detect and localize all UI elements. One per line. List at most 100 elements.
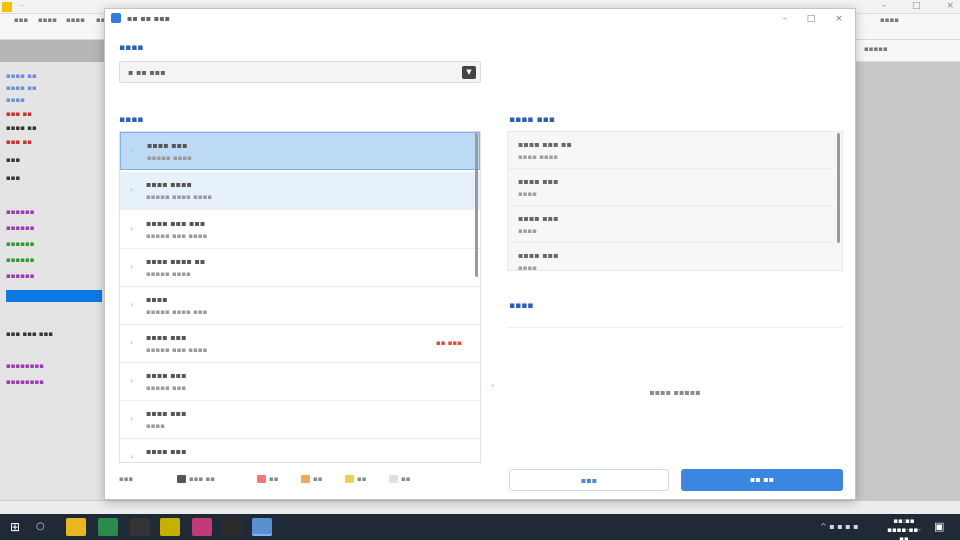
legend-item: ▪▪: [301, 475, 323, 483]
chevron-right-icon: ›: [130, 224, 134, 233]
list-item[interactable]: › ▪▪▪▪ ▪▪▪ ▪▪▪▪▪ ▪▪▪: [120, 363, 480, 401]
minimize-icon[interactable]: –: [881, 1, 886, 11]
dialog-app-icon: [111, 13, 121, 23]
list-item[interactable]: ▪▪▪▪ ▪▪▪ ▪▪▪▪: [508, 206, 834, 243]
dialog-titlebar: ▪▪ ▪▪ ▪▪▪ – □ ×: [105, 9, 855, 29]
preview-section-label: ▪▪▪▪: [509, 301, 534, 311]
legend-item: ▪▪: [389, 475, 411, 483]
selection-dialog: ▪▪ ▪▪ ▪▪▪ – □ × ▪▪▪▪ ▪ ▪▪ ▪▪▪ ▼ ▪▪▪▪ ▪▪▪…: [104, 8, 856, 500]
secondary-button[interactable]: ▪▪▪: [509, 469, 669, 491]
list-item[interactable]: ▪▪▪▪ ▪▪▪ ▪▪ ▪▪▪▪ ▪▪▪▪: [508, 132, 834, 169]
background-app-title: ···: [18, 2, 25, 10]
item-name: ▪▪▪▪ ▪▪▪▪: [146, 180, 192, 189]
close-icon[interactable]: ×: [831, 12, 847, 26]
list-item[interactable]: ▪▪▪▪ ▪▪▪ ▪▪▪▪: [508, 169, 834, 206]
legend-label: ▪▪: [313, 475, 323, 483]
list-item[interactable]: › ▪▪▪▪ ▪▪▪ ▪▪▪▪▪ ▪▪▪ ▪▪▪▪ ▪▪ ▪▪▪: [120, 325, 480, 363]
background-window-controls: – □ ×: [881, 1, 954, 11]
chevron-right-icon: ›: [130, 452, 134, 461]
primary-button[interactable]: ▪▪ ▪▪: [681, 469, 843, 491]
legend-swatch: [257, 475, 266, 483]
item-name: ▪▪▪▪ ▪▪▪: [147, 141, 188, 150]
legend-label: ▪▪: [269, 475, 279, 483]
maximize-icon[interactable]: □: [803, 12, 819, 26]
panel-line: ▪▪▪: [6, 174, 21, 182]
panel-line: ▪▪▪ ▪▪▪ ▪▪▪: [6, 330, 54, 338]
right-strip-label: ▪▪▪▪▪: [864, 45, 888, 53]
panel-line: ▪▪▪▪▪▪: [6, 272, 35, 280]
item-name: ▪▪▪▪ ▪▪▪: [518, 251, 559, 260]
chevron-down-icon[interactable]: ▼: [462, 66, 476, 79]
panel-line: ▪▪▪▪▪▪▪▪: [6, 362, 44, 370]
panel-line: ▪▪▪▪ ▪▪: [6, 84, 37, 92]
list-item[interactable]: › ▪▪▪▪ ▪▪▪ ▪▪▪▪: [120, 401, 480, 439]
background-left-panel: ▪▪▪▪ ▪▪ ▪▪▪▪ ▪▪ ▪▪▪▪ ▪▪▪ ▪▪ ▪▪▪▪ ▪▪ ▪▪▪ …: [0, 62, 106, 514]
item-name: ▪▪▪▪ ▪▪▪▪ ▪▪: [146, 257, 206, 266]
status-legend: ▪▪▪ ▪▪▪ ▪▪ ▪▪ ▪▪ ▪▪ ▪▪: [119, 475, 481, 489]
list-item[interactable]: › ▪▪▪▪ ▪▪▪: [120, 439, 480, 462]
legend-item: ▪▪▪ ▪▪: [177, 475, 215, 483]
item-description: ▪▪▪▪▪ ▪▪▪ ▪▪▪▪: [146, 232, 208, 240]
taskbar-clock[interactable]: ▪▪:▪▪ ▪▪▪▪-▪▪-▪▪: [884, 517, 924, 540]
chevron-right-icon: ›: [130, 300, 134, 309]
panel-line: ▪▪▪: [6, 156, 21, 164]
select-dropdown[interactable]: ▪ ▪▪ ▪▪▪ ▼: [119, 61, 481, 83]
dialog-title: ▪▪ ▪▪ ▪▪▪: [127, 14, 171, 23]
source-list-scrollbar[interactable]: [475, 133, 478, 277]
item-description: ▪▪▪▪▪ ▪▪▪▪ ▪▪▪▪: [146, 193, 213, 201]
item-description: ▪▪▪▪ ▪▪▪▪: [518, 153, 559, 161]
taskbar-app[interactable]: [192, 518, 212, 536]
taskbar-app-folder[interactable]: [66, 518, 86, 536]
item-description: ▪▪▪▪▪ ▪▪▪▪ ▪▪▪: [146, 308, 208, 316]
clock-date: ▪▪▪▪-▪▪-▪▪: [887, 526, 921, 540]
list-item[interactable]: › ▪▪▪▪ ▪▪▪ ▪▪▪ ▪▪▪▪▪ ▪▪▪ ▪▪▪▪: [120, 211, 480, 249]
source-section-label: ▪▪▪▪: [119, 115, 144, 125]
taskbar-app[interactable]: [98, 518, 118, 536]
item-name: ▪▪▪▪ ▪▪▪ ▪▪: [518, 140, 572, 149]
taskbar-app[interactable]: [130, 518, 150, 536]
chevron-right-icon: ›: [131, 146, 135, 155]
item-name: ▪▪▪▪ ▪▪▪: [146, 447, 187, 456]
selected-section-label: ▪▪▪▪ ▪▪▪: [509, 115, 555, 125]
search-icon[interactable]: ○: [36, 520, 50, 534]
taskbar-app[interactable]: [160, 518, 180, 536]
toolbar-item[interactable]: ▪▪▪▪: [880, 16, 899, 24]
highlighted-row[interactable]: [6, 290, 102, 302]
panel-line: ▪▪▪▪▪▪: [6, 240, 35, 248]
panel-line: ▪▪▪▪ ▪▪: [6, 124, 37, 132]
legend-item: ▪▪: [257, 475, 279, 483]
panel-line: ▪▪▪▪: [6, 96, 25, 104]
taskbar-app-active[interactable]: [252, 518, 272, 536]
source-list: › ▪▪▪▪ ▪▪▪ ▪▪▪▪▪ ▪▪▪▪ › ▪▪▪▪ ▪▪▪▪ ▪▪▪▪▪ …: [119, 131, 481, 463]
selected-list-scrollbar[interactable]: [837, 133, 840, 243]
app-logo-icon: [2, 2, 12, 12]
item-description: ▪▪▪▪▪ ▪▪▪▪: [146, 270, 191, 278]
list-item[interactable]: › ▪▪▪▪ ▪▪▪▪ ▪▪▪▪▪ ▪▪▪▪ ▪▪▪▪: [120, 172, 480, 210]
item-name: ▪▪▪▪ ▪▪▪ ▪▪▪: [146, 219, 206, 228]
close-icon[interactable]: ×: [946, 1, 954, 11]
item-name: ▪▪▪▪ ▪▪▪: [146, 409, 187, 418]
item-description: ▪▪▪▪▪ ▪▪▪▪: [147, 154, 192, 162]
chevron-right-icon: ›: [130, 338, 134, 347]
system-tray[interactable]: ^ ▪ ▪ ▪ ▪: [820, 522, 859, 531]
panel-line: ▪▪▪▪▪▪: [6, 224, 35, 232]
toolbar-item[interactable]: ▪▪▪: [14, 16, 28, 24]
toolbar-item[interactable]: ▪▪▪▪: [66, 16, 85, 24]
panel-line: ▪▪▪▪ ▪▪: [6, 72, 37, 80]
list-item[interactable]: ▪▪▪▪ ▪▪▪ ▪▪▪▪: [508, 243, 834, 270]
taskbar-app-terminal[interactable]: [222, 518, 242, 536]
taskbar: ⊞ ○ ^ ▪ ▪ ▪ ▪ ▪▪:▪▪ ▪▪▪▪-▪▪-▪▪ ▣: [0, 514, 960, 540]
list-item[interactable]: › ▪▪▪▪ ▪▪▪▪▪ ▪▪▪▪ ▪▪▪: [120, 287, 480, 325]
toolbar-item[interactable]: ▪▪▪▪: [38, 16, 57, 24]
chevron-right-icon: ›: [130, 376, 134, 385]
list-item[interactable]: › ▪▪▪▪ ▪▪▪ ▪▪▪▪▪ ▪▪▪▪: [120, 132, 480, 170]
start-icon[interactable]: ⊞: [8, 520, 22, 534]
item-description: ▪▪▪▪▪ ▪▪▪: [146, 384, 187, 392]
item-description: ▪▪▪▪: [518, 227, 537, 235]
legend-swatch: [301, 475, 310, 483]
transfer-arrow-icon[interactable]: ›: [491, 381, 495, 391]
list-item[interactable]: › ▪▪▪▪ ▪▪▪▪ ▪▪ ▪▪▪▪▪ ▪▪▪▪: [120, 249, 480, 287]
minimize-icon[interactable]: –: [777, 12, 793, 26]
notification-icon[interactable]: ▣: [934, 520, 944, 533]
maximize-icon[interactable]: □: [912, 1, 921, 11]
